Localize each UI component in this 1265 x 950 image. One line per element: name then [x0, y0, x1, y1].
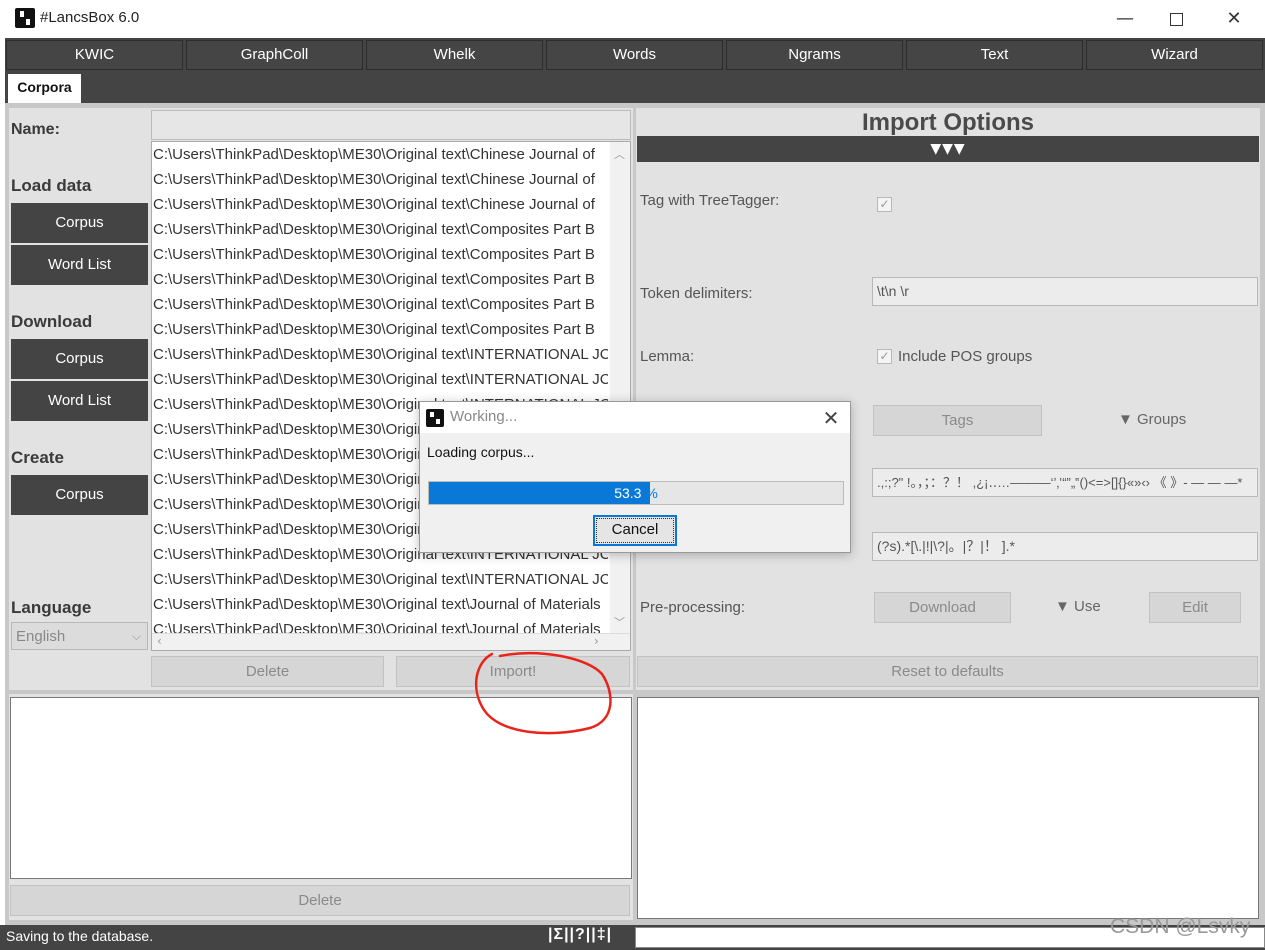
- window-title: #LancsBox 6.0: [40, 9, 140, 26]
- dialog-title: Working...: [450, 408, 518, 425]
- sub-tab-bar: Corpora: [5, 71, 1265, 103]
- lemma-label: Lemma:: [640, 348, 695, 365]
- name-label: Name:: [11, 121, 60, 138]
- dialog-close-button[interactable]: ✕: [818, 405, 844, 431]
- bottom-delete-button[interactable]: Delete: [10, 885, 630, 916]
- app-window: #LancsBox 6.0 — ✕ KWIC GraphColl Whelk W…: [0, 0, 1265, 950]
- scroll-left-icon[interactable]: ‹: [157, 634, 162, 648]
- download-corpus-button[interactable]: Corpus: [11, 339, 148, 379]
- file-row[interactable]: C:\Users\ThinkPad\Desktop\ME30\Original …: [153, 142, 608, 167]
- language-heading: Language: [11, 598, 92, 617]
- scroll-up-icon[interactable]: ︿: [614, 146, 625, 162]
- preprocessing-label: Pre-processing:: [640, 599, 746, 616]
- file-row[interactable]: C:\Users\ThinkPad\Desktop\ME30\Original …: [153, 567, 608, 592]
- tab-whelk[interactable]: Whelk: [366, 40, 543, 70]
- treetagger-checkbox[interactable]: ✓: [877, 197, 892, 212]
- app-logo-icon: [426, 409, 444, 427]
- scroll-right-icon[interactable]: ›: [594, 634, 599, 648]
- tab-kwic[interactable]: KWIC: [6, 40, 183, 70]
- file-row[interactable]: C:\Users\ThinkPad\Desktop\ME30\Original …: [153, 317, 608, 342]
- pos-groups-checkbox[interactable]: ✓: [877, 349, 892, 364]
- punctuation-input[interactable]: .,:;?" !。，；：？！ ,¿¡‥…‒–—―‘’‚‛“”„‟()<=>[]{…: [872, 468, 1258, 497]
- working-dialog: Working... ✕ Loading corpus... 53.3 % Ca…: [419, 401, 851, 553]
- vertical-scrollbar[interactable]: ︿ ﹀: [610, 142, 630, 634]
- edit-button[interactable]: Edit: [1149, 592, 1241, 623]
- scroll-down-icon[interactable]: ﹀: [614, 614, 625, 630]
- regex-input[interactable]: (?s).*[\.|!|\?|。|？|！ ].*: [872, 532, 1258, 561]
- close-button[interactable]: ✕: [1214, 6, 1254, 32]
- output-area: [637, 697, 1259, 919]
- cancel-button[interactable]: Cancel: [593, 515, 677, 546]
- file-row[interactable]: C:\Users\ThinkPad\Desktop\ME30\Original …: [153, 267, 608, 292]
- token-delimiters-input[interactable]: \t\n \r: [872, 277, 1258, 306]
- file-row[interactable]: C:\Users\ThinkPad\Desktop\ME30\Original …: [153, 292, 608, 317]
- tab-graphcoll[interactable]: GraphColl: [186, 40, 363, 70]
- dialog-message: Loading corpus...: [427, 444, 535, 460]
- tab-text[interactable]: Text: [906, 40, 1083, 70]
- load-data-heading: Load data: [11, 176, 92, 195]
- language-select[interactable]: English ⌵: [11, 622, 148, 650]
- progress-label: 53.3 %: [429, 485, 843, 501]
- status-bar: Saving to the database. |Σ||?||‡|: [0, 925, 1265, 950]
- download-button[interactable]: Download: [874, 592, 1011, 623]
- file-row[interactable]: C:\Users\ThinkPad\Desktop\ME30\Original …: [153, 167, 608, 192]
- file-row[interactable]: C:\Users\ThinkPad\Desktop\ME30\Original …: [153, 192, 608, 217]
- status-text: Saving to the database.: [6, 928, 154, 944]
- language-value: English: [16, 628, 66, 645]
- file-row[interactable]: C:\Users\ThinkPad\Desktop\ME30\Original …: [153, 592, 608, 617]
- load-corpus-button[interactable]: Corpus: [11, 203, 148, 243]
- import-options-title: Import Options: [862, 109, 1034, 136]
- minimize-button[interactable]: —: [1105, 6, 1145, 32]
- tab-corpora[interactable]: Corpora: [8, 74, 81, 103]
- progress-percent: %: [641, 485, 658, 501]
- reset-defaults-button[interactable]: Reset to defaults: [637, 656, 1258, 687]
- dialog-title-bar: Working... ✕: [420, 402, 850, 433]
- corpus-name-input[interactable]: [151, 110, 631, 140]
- tab-wizard[interactable]: Wizard: [1086, 40, 1263, 70]
- annotation-circle: [475, 651, 612, 735]
- file-row[interactable]: C:\Users\ThinkPad\Desktop\ME30\Original …: [153, 217, 608, 242]
- loading-progress-bar: 53.3 %: [428, 481, 844, 505]
- use-dropdown[interactable]: ▼ Use: [1055, 598, 1101, 615]
- treetagger-label: Tag with TreeTagger:: [640, 192, 780, 209]
- file-list[interactable]: C:\Users\ThinkPad\Desktop\ME30\Original …: [151, 141, 631, 651]
- watermark: CSDN @Lsvky: [1110, 915, 1251, 938]
- download-heading: Download: [11, 312, 93, 331]
- maximize-icon: [1169, 12, 1183, 26]
- delete-button[interactable]: Delete: [151, 656, 384, 687]
- app-logo-icon: [15, 8, 35, 28]
- tags-button[interactable]: Tags: [873, 405, 1042, 436]
- title-bar: #LancsBox 6.0 — ✕: [0, 0, 1265, 38]
- maximize-button[interactable]: [1156, 6, 1196, 32]
- create-heading: Create: [11, 448, 64, 467]
- chevron-down-icon: ⌵: [131, 629, 141, 643]
- create-corpus-button[interactable]: Corpus: [11, 475, 148, 515]
- file-row[interactable]: C:\Users\ThinkPad\Desktop\ME30\Original …: [153, 367, 608, 392]
- main-nav: KWIC GraphColl Whelk Words Ngrams Text W…: [5, 38, 1265, 71]
- import-options-collapse[interactable]: ▼▼▼: [637, 136, 1259, 162]
- progress-value: 53.3: [614, 485, 642, 501]
- file-row[interactable]: C:\Users\ThinkPad\Desktop\ME30\Original …: [153, 242, 608, 267]
- status-icons[interactable]: |Σ||?||‡|: [548, 926, 612, 944]
- load-wordlist-button[interactable]: Word List: [11, 245, 148, 285]
- tab-words[interactable]: Words: [546, 40, 723, 70]
- token-delimiters-label: Token delimiters:: [640, 285, 753, 302]
- file-row[interactable]: C:\Users\ThinkPad\Desktop\ME30\Original …: [153, 342, 608, 367]
- pos-groups-label: Include POS groups: [898, 348, 1033, 365]
- tab-ngrams[interactable]: Ngrams: [726, 40, 903, 70]
- download-wordlist-button[interactable]: Word List: [11, 381, 148, 421]
- groups-dropdown[interactable]: ▼ Groups: [1118, 411, 1186, 428]
